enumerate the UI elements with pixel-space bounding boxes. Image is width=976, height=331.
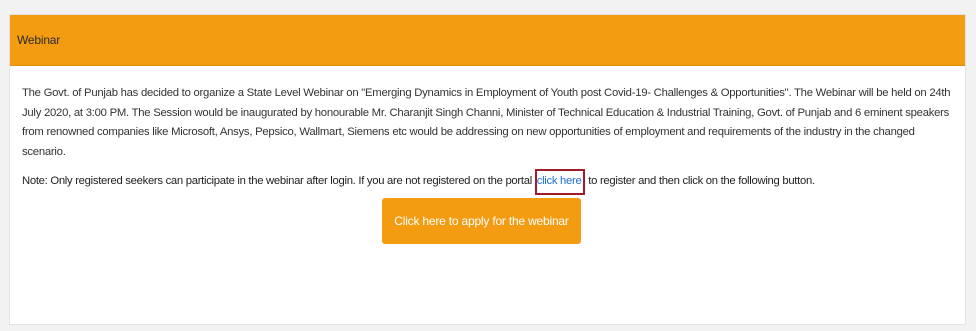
webinar-description: The Govt. of Punjab has decided to organ… bbox=[22, 87, 951, 158]
button-container: Click here to apply for the webinar bbox=[22, 198, 953, 244]
register-link[interactable]: click here bbox=[534, 169, 586, 195]
registration-note: Note: Only registered seekers can partic… bbox=[22, 169, 953, 195]
panel-header: Webinar bbox=[10, 15, 965, 66]
apply-webinar-button[interactable]: Click here to apply for the webinar bbox=[382, 198, 581, 244]
note-text-after: to register and then click on the follow… bbox=[585, 175, 815, 187]
note-text-before: Note: Only registered seekers can partic… bbox=[22, 175, 535, 187]
panel-title: Webinar bbox=[17, 33, 61, 47]
webinar-panel: Webinar The Govt. of Punjab has decided … bbox=[9, 14, 966, 325]
panel-body: The Govt. of Punjab has decided to organ… bbox=[10, 66, 965, 244]
page: Webinar The Govt. of Punjab has decided … bbox=[0, 0, 976, 331]
